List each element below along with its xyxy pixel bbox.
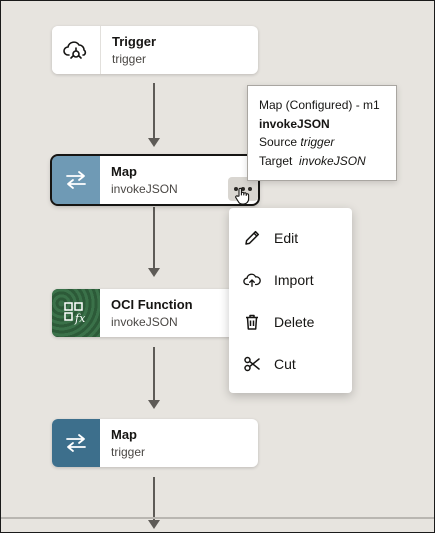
cloud-upload-icon: [243, 271, 261, 289]
tooltip-source-label: Source: [259, 135, 298, 149]
menu-item-import[interactable]: Import: [229, 261, 352, 299]
node-title: Trigger: [112, 34, 157, 49]
connector-arrow-icon: [148, 400, 160, 409]
connector-line: [153, 347, 155, 401]
pencil-icon: [243, 229, 261, 247]
menu-item-edit[interactable]: Edit: [229, 219, 352, 257]
tooltip-source: Source trigger: [259, 133, 396, 152]
trigger-node-tile: [52, 26, 101, 74]
integration-canvas: Trigger trigger Map invokeJSON fx OCI Fu…: [0, 0, 435, 533]
trash-icon: [243, 313, 261, 331]
node-title: Map: [111, 427, 137, 442]
node-subtitle: trigger: [112, 52, 147, 66]
node-subtitle: invokeJSON: [111, 315, 178, 329]
node-tooltip: Map (Configured) - m1 invokeJSON Source …: [247, 85, 397, 181]
map-node-tile: [52, 419, 100, 467]
node-title: OCI Function: [111, 297, 193, 312]
trigger-node[interactable]: Trigger trigger: [52, 26, 258, 74]
swap-arrows-icon: [66, 434, 86, 452]
map-node[interactable]: Map trigger: [52, 419, 258, 467]
map-node-tile: [52, 156, 100, 204]
tooltip-target-value: invokeJSON: [299, 153, 366, 168]
cloud-trigger-icon: [63, 41, 87, 59]
hand-pointer-icon: [235, 187, 250, 205]
node-subtitle: trigger: [111, 445, 146, 459]
tooltip-source-value: trigger: [300, 135, 335, 149]
menu-item-label: Import: [274, 272, 314, 288]
node-title: Map: [111, 164, 137, 179]
menu-item-label: Cut: [274, 356, 296, 372]
node-context-menu: Edit Import Delete Cut: [229, 208, 352, 393]
menu-item-label: Delete: [274, 314, 315, 330]
connector-line: [153, 207, 155, 269]
tooltip-target: Target invokeJSON: [259, 152, 396, 171]
menu-item-cut[interactable]: Cut: [229, 345, 352, 383]
connector-arrow-icon: [148, 138, 160, 147]
connector-line: [153, 477, 155, 521]
tooltip-target-label: Target: [259, 153, 293, 168]
node-subtitle: invokeJSON: [111, 182, 178, 196]
menu-item-label: Edit: [274, 230, 299, 246]
oci-function-node[interactable]: fx OCI Function invokeJSON: [52, 289, 258, 337]
tooltip-name: invokeJSON: [259, 116, 330, 131]
oci-function-icon: fx: [64, 302, 86, 325]
menu-item-delete[interactable]: Delete: [229, 303, 352, 341]
canvas-bottom-edge: [1, 517, 434, 519]
connector-line: [153, 83, 155, 139]
swap-arrows-icon: [66, 171, 86, 189]
tooltip-heading: Map (Configured) - m1: [259, 98, 380, 112]
connector-arrow-icon: [148, 268, 160, 277]
oci-function-tile: fx: [52, 289, 100, 337]
connector-arrow-icon: [148, 520, 160, 529]
svg-text:fx: fx: [74, 312, 86, 325]
scissors-icon: [243, 355, 261, 373]
